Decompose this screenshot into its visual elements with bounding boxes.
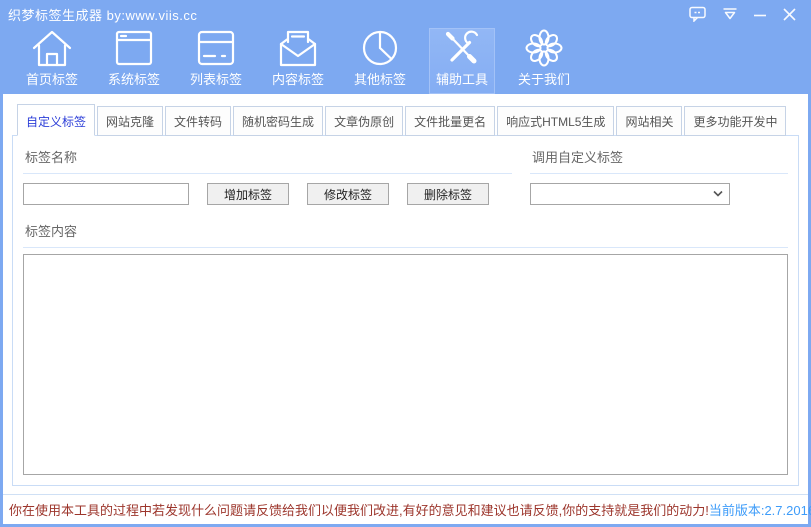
tab-3[interactable]: 文件转码 [165,106,231,136]
tab-8[interactable]: 网站相关 [616,106,682,136]
custom-tag-panel: 标签名称 增加标签修改标签删除标签 调用自定义标签 标签内容 [12,135,799,486]
tab-4[interactable]: 随机密码生成 [233,106,323,136]
flower-icon [522,28,566,68]
toolbar-item-label: 关于我们 [518,69,570,88]
call-custom-tag-section: 调用自定义标签 [530,144,788,205]
tab-1[interactable]: 自定义标签 [17,104,95,136]
window-title: 织梦标签生成器 by:www.viis.cc [8,5,689,24]
toolbar-item-label: 列表标签 [190,69,242,88]
toolbar-item-pie-chart[interactable]: 其他标签 [347,28,413,94]
main-content: 自定义标签网站克隆文件转码随机密码生成文章伪原创文件批量更名响应式HTML5生成… [3,94,808,494]
home-icon [30,28,74,68]
minimize-button[interactable] [753,7,767,21]
close-button[interactable] [782,7,797,22]
tag-buttons: 增加标签修改标签删除标签 [207,183,489,205]
skin-dropdown-icon[interactable] [722,7,738,21]
toolbar-item-window[interactable]: 系统标签 [101,28,167,94]
toolbar-item-label: 系统标签 [108,69,160,88]
toolbar-item-tools[interactable]: 辅助工具 [429,28,495,94]
tag-content-label: 标签内容 [23,218,788,248]
toolbar-item-flower[interactable]: 关于我们 [511,28,577,94]
tag-content-textarea[interactable] [23,254,788,475]
toolbar: 首页标签 系统标签 列表标签 内容标签 其他标签 辅助工具 关于我们 [3,28,808,94]
modify-tag-button[interactable]: 修改标签 [307,183,389,205]
feedback-icon[interactable] [689,6,707,22]
toolbar-item-label: 内容标签 [272,69,324,88]
tab-7[interactable]: 响应式HTML5生成 [497,106,614,136]
toolbar-item-home[interactable]: 首页标签 [19,28,85,94]
toolbar-item-label: 首页标签 [26,69,78,88]
window-controls [689,6,797,22]
toolbar-item-mail[interactable]: 内容标签 [265,28,331,94]
status-message: 你在使用本工具的过程中若发现什么问题请反馈给我们以便我们改进,有好的意见和建议也… [9,500,709,519]
tools-icon [440,28,484,68]
tab-5[interactable]: 文章伪原创 [325,106,403,136]
tag-name-label: 标签名称 [23,144,512,174]
custom-tag-dropdown[interactable] [530,183,730,205]
tab-2[interactable]: 网站克隆 [97,106,163,136]
tag-name-input[interactable] [23,183,189,205]
toolbar-item-label: 辅助工具 [436,69,488,88]
status-bar: 你在使用本工具的过程中若发现什么问题请反馈给我们以便我们改进,有好的意见和建议也… [3,494,808,524]
delete-tag-button[interactable]: 删除标签 [407,183,489,205]
call-custom-tag-label: 调用自定义标签 [530,144,788,174]
tab-6[interactable]: 文件批量更名 [405,106,495,136]
tab-strip: 自定义标签网站克隆文件转码随机密码生成文章伪原创文件批量更名响应式HTML5生成… [12,106,799,136]
toolbar-item-list-card[interactable]: 列表标签 [183,28,249,94]
app-window: 织梦标签生成器 by:www.viis.cc 首页标签 系统标签 列表标签 内容标签 其… [0,0,811,527]
window-icon [112,28,156,68]
list-card-icon [194,28,238,68]
pie-chart-icon [358,28,402,68]
tab-9[interactable]: 更多功能开发中 [684,106,786,136]
version-label: 当前版本:2.7.20161010 [709,500,811,519]
mail-icon [276,28,320,68]
chevron-down-icon [712,190,729,198]
title-bar: 织梦标签生成器 by:www.viis.cc [3,0,808,28]
toolbar-item-label: 其他标签 [354,69,406,88]
add-tag-button[interactable]: 增加标签 [207,183,289,205]
tag-name-section: 标签名称 增加标签修改标签删除标签 [23,144,512,205]
